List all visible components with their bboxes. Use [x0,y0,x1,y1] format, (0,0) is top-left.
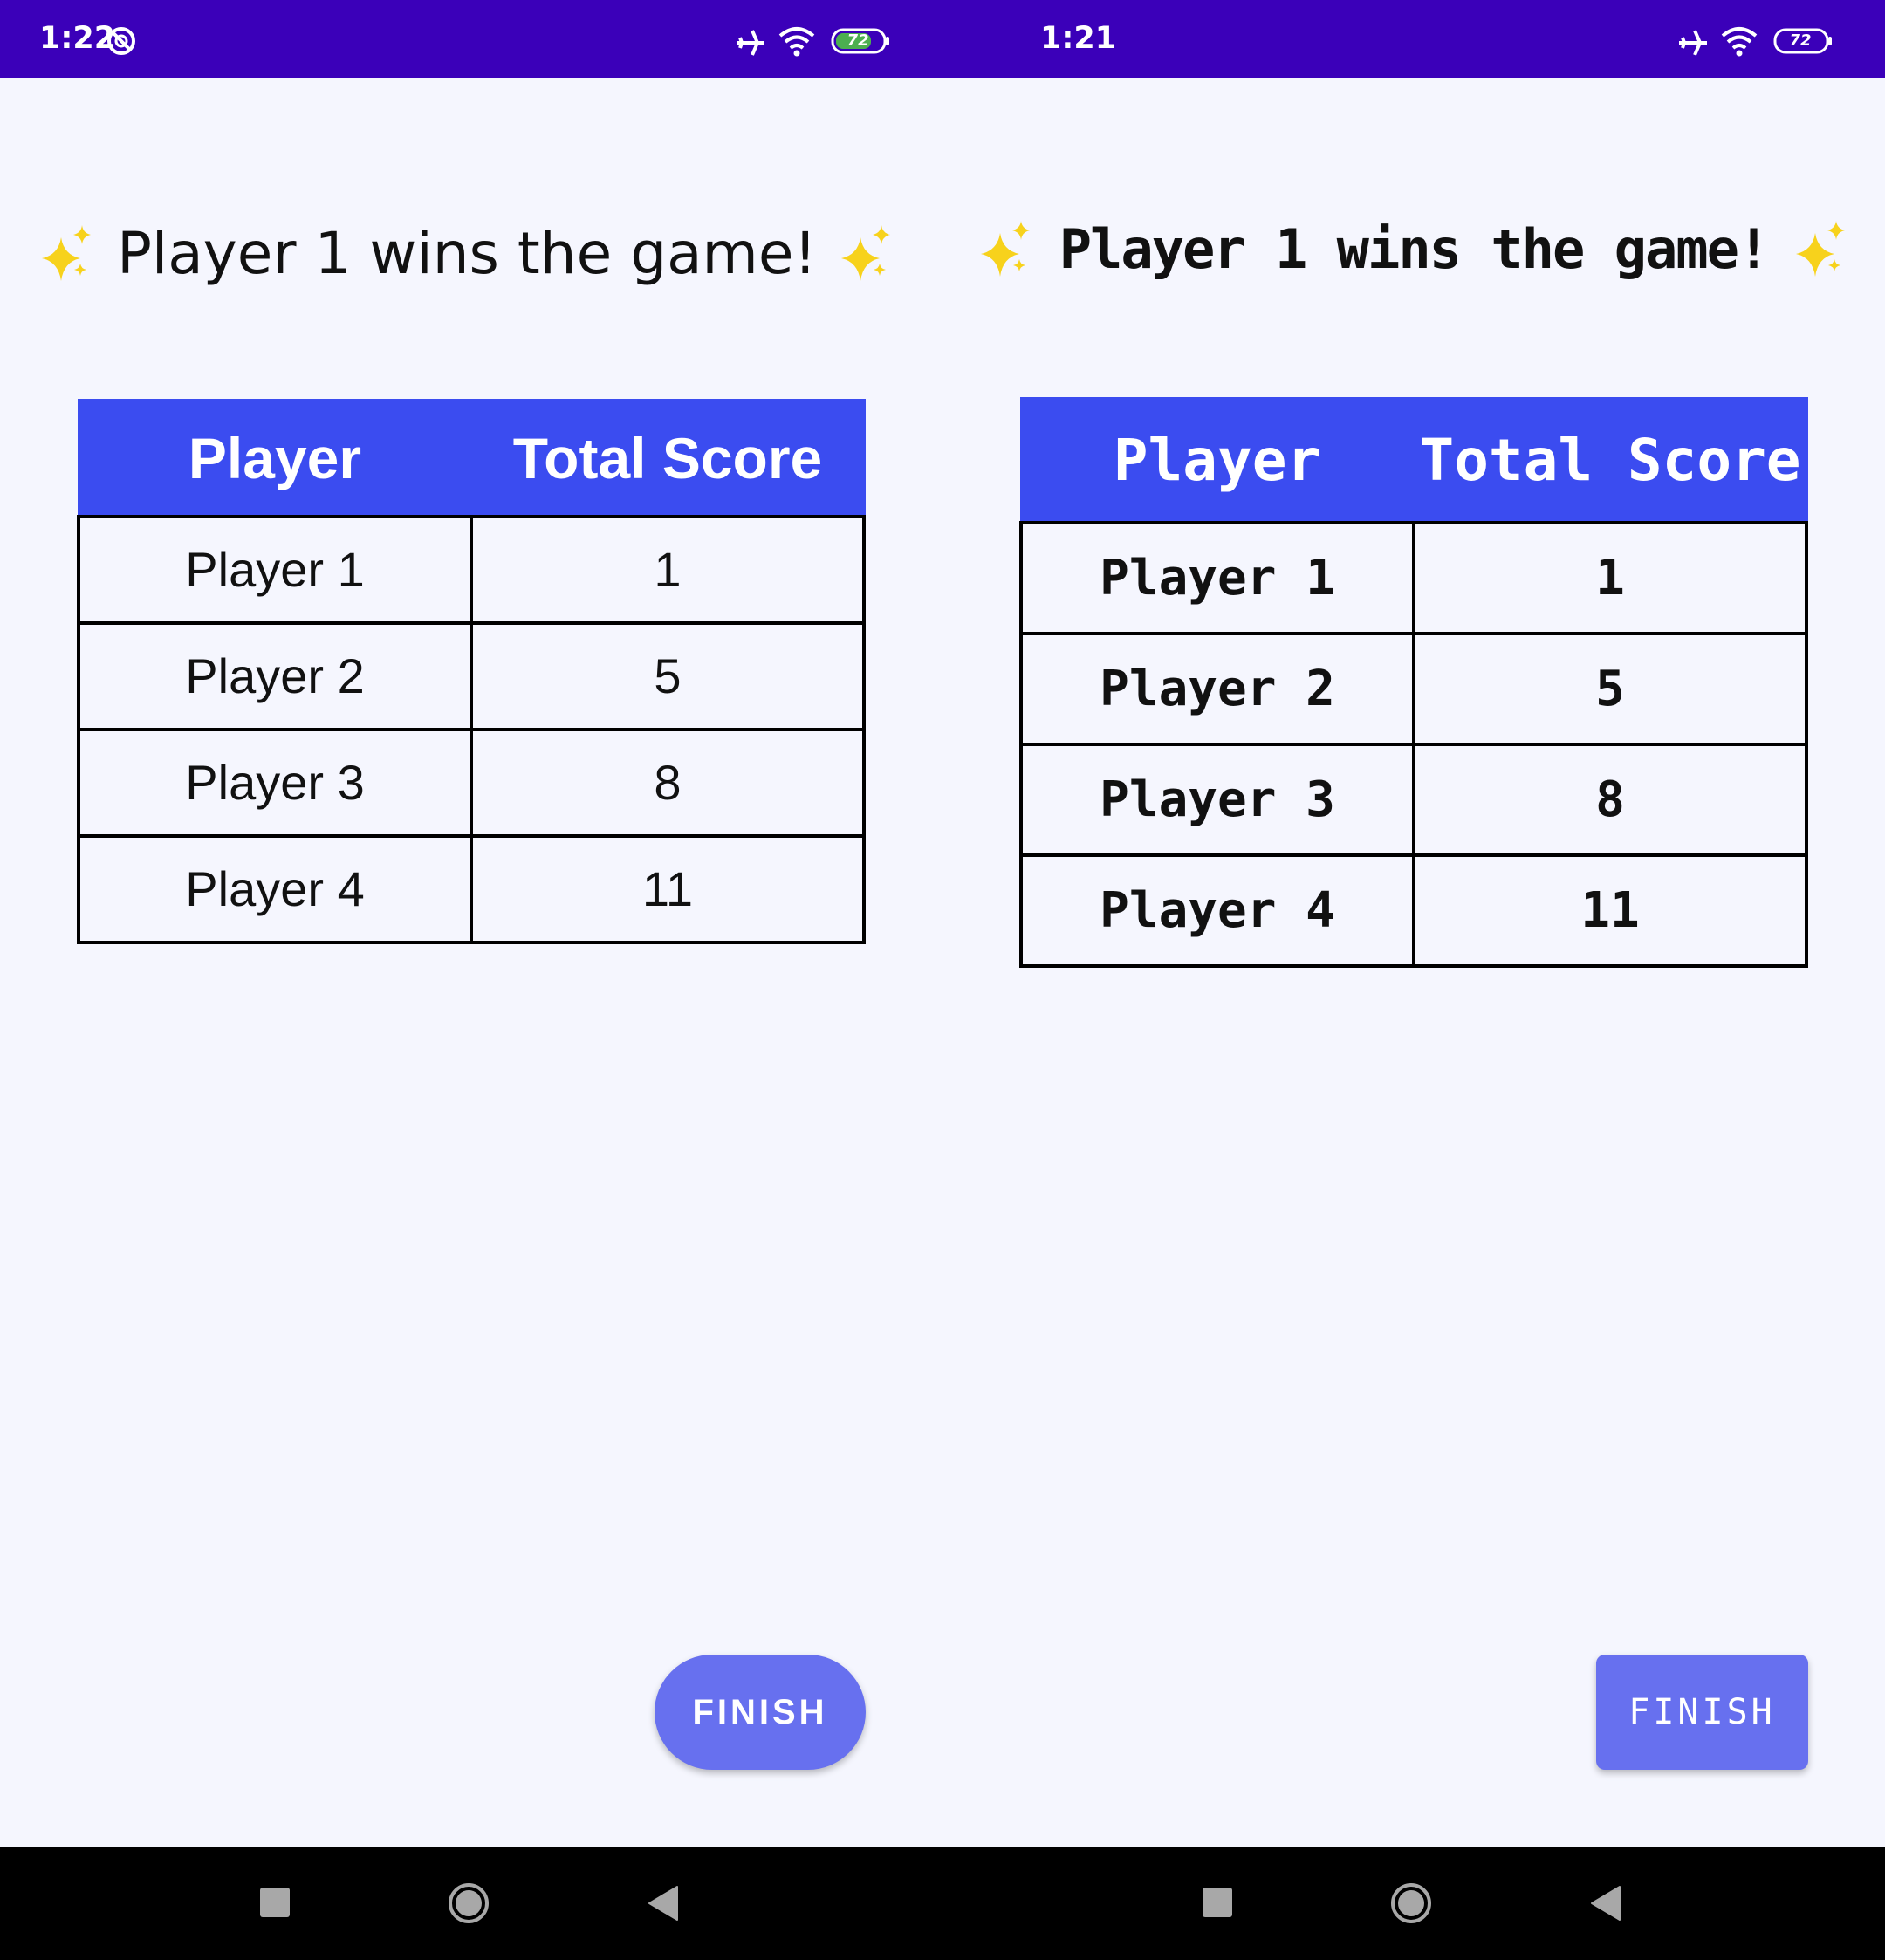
column-header-total-score: Total Score [470,399,866,517]
navigation-bar [942,1847,1885,1960]
table-row: Player 2 5 [1019,631,1808,746]
table-row: Player 4 11 [77,833,866,944]
winner-title: Player 1 wins the game! [117,219,817,287]
player-cell: Player 1 [1019,520,1415,635]
column-header-total-score: Total Score [1412,397,1808,524]
player-cell: Player 4 [77,833,473,944]
home-icon[interactable] [1389,1881,1433,1925]
battery-level: 72 [847,31,869,50]
battery-level: 72 [1789,31,1812,50]
airplane-mode-icon [1679,30,1707,56]
table-row: Player 4 11 [1019,853,1808,968]
wifi-icon [1721,27,1758,57]
table-row: Player 2 5 [77,620,866,731]
do-not-disturb-icon [107,27,135,55]
finish-button[interactable]: FINISH [655,1655,866,1770]
sparkles-icon [42,225,92,281]
status-time: 1:21 [1040,21,1117,56]
score-table: Player Total Score Player 1 1 Player 2 5… [77,399,866,944]
home-icon[interactable] [447,1881,490,1925]
player-cell: Player 2 [77,620,473,731]
winner-title: Player 1 wins the game! [1059,216,1771,281]
winner-banner: Player 1 wins the game! [942,201,1885,297]
score-cell: 11 [470,833,866,944]
status-bar: 1:22 72 [0,0,942,78]
screen-right: 1:21 72 Player 1 wins the game! Player T… [942,0,1885,1960]
player-cell: Player 1 [77,514,473,625]
back-icon[interactable] [648,1885,679,1922]
score-cell: 1 [470,514,866,625]
player-cell: Player 3 [77,727,473,838]
winner-banner: Player 1 wins the game! [0,205,938,301]
finish-button[interactable]: FINISH [1596,1655,1808,1770]
player-cell: Player 3 [1019,742,1415,857]
status-time: 1:22 [39,21,116,56]
column-header-player: Player [1019,397,1415,524]
column-header-player: Player [77,399,473,517]
table-row: Player 1 1 [1019,520,1808,635]
player-cell: Player 2 [1019,631,1415,746]
battery-icon: 72 [831,28,890,54]
score-cell: 8 [1412,742,1808,857]
sparkles-icon [1796,221,1846,277]
table-row: Player 3 8 [77,727,866,838]
recents-icon[interactable] [1203,1888,1232,1917]
status-bar: 1:21 72 [942,0,1885,78]
navigation-bar [0,1847,942,1960]
back-icon[interactable] [1590,1885,1621,1922]
table-row: Player 3 8 [1019,742,1808,857]
score-cell: 11 [1412,853,1808,968]
wifi-icon [778,27,815,57]
sparkles-icon [840,225,890,281]
player-cell: Player 4 [1019,853,1415,968]
score-cell: 5 [1412,631,1808,746]
screen-left: 1:22 72 Player 1 wins the game! Player T… [0,0,942,1960]
score-cell: 5 [470,620,866,731]
table-header-row: Player Total Score [1019,397,1808,524]
sparkles-icon [980,221,1030,277]
table-row: Player 1 1 [77,514,866,625]
battery-icon: 72 [1773,28,1833,54]
score-cell: 1 [1412,520,1808,635]
airplane-mode-icon [737,30,764,56]
table-header-row: Player Total Score [77,399,866,517]
score-table: Player Total Score Player 1 1 Player 2 5… [1019,397,1808,968]
recents-icon[interactable] [260,1888,290,1917]
score-cell: 8 [470,727,866,838]
